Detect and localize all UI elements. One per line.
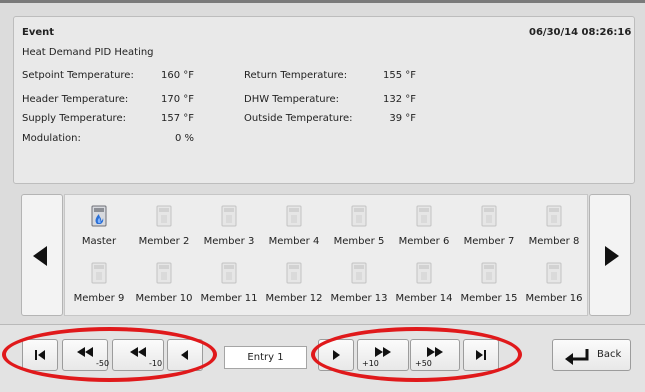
forward-10-button[interactable]: +10	[357, 339, 409, 371]
boiler-inactive-icon	[156, 262, 172, 284]
dhw-temp-label: DHW Temperature:	[244, 94, 339, 105]
skip-last-icon	[476, 350, 486, 360]
member-15[interactable]: Member 15	[458, 255, 520, 307]
boiler-inactive-icon	[221, 205, 237, 227]
member-2[interactable]: Member 2	[133, 198, 195, 250]
member-master[interactable]: Master	[68, 198, 130, 250]
back-label: Back	[597, 349, 622, 360]
setpoint-label: Setpoint Temperature:	[22, 70, 134, 81]
rewind-icon	[77, 347, 93, 357]
header-temp-label: Header Temperature:	[22, 94, 129, 105]
setpoint-value: 160 °F	[160, 70, 194, 81]
member-label: Member 8	[528, 236, 580, 247]
forward-50-button[interactable]: +50	[410, 339, 460, 371]
member-14[interactable]: Member 14	[393, 255, 455, 307]
fast-forward-icon	[375, 347, 391, 357]
boiler-inactive-icon	[416, 205, 432, 227]
boiler-inactive-icon	[286, 262, 302, 284]
boiler-active-icon	[91, 205, 107, 227]
return-temp-value: 155 °F	[382, 70, 416, 81]
outside-temp-label: Outside Temperature:	[244, 113, 353, 124]
arrow-left-icon	[33, 246, 47, 266]
member-label: Member 16	[525, 293, 583, 304]
return-arrow-icon	[565, 349, 589, 365]
event-title: Event	[22, 27, 55, 38]
boiler-inactive-icon	[416, 262, 432, 284]
member-3[interactable]: Member 3	[198, 198, 260, 250]
supply-temp-value: 157 °F	[160, 113, 194, 124]
event-timestamp: 06/30/14 08:26:16	[529, 27, 632, 38]
member-16[interactable]: Member 16	[523, 255, 585, 307]
boiler-inactive-icon	[91, 262, 107, 284]
boiler-inactive-icon	[481, 205, 497, 227]
member-6[interactable]: Member 6	[393, 198, 455, 250]
previous-icon	[181, 350, 188, 360]
member-11[interactable]: Member 11	[198, 255, 260, 307]
boiler-inactive-icon	[546, 205, 562, 227]
back-10-button[interactable]: -10	[112, 339, 164, 371]
header-temp-value: 170 °F	[160, 94, 194, 105]
last-entry-button[interactable]	[463, 339, 499, 371]
window: Event 06/30/14 08:26:16 Heat Demand PID …	[0, 0, 645, 392]
member-12[interactable]: Member 12	[263, 255, 325, 307]
member-7[interactable]: Member 7	[458, 198, 520, 250]
back-50-button[interactable]: -50	[62, 339, 110, 371]
member-9[interactable]: Member 9	[68, 255, 130, 307]
event-name: Heat Demand PID Heating	[22, 47, 154, 58]
supply-temp-label: Supply Temperature:	[22, 113, 126, 124]
modulation-label: Modulation:	[22, 133, 81, 144]
skip-first-icon	[35, 350, 45, 360]
dhw-temp-value: 132 °F	[382, 94, 416, 105]
previous-entry-button[interactable]	[167, 339, 203, 371]
back-50-label: -50	[96, 359, 110, 368]
outside-temp-value: 39 °F	[389, 113, 416, 124]
next-icon	[333, 350, 340, 360]
back-button[interactable]: Back	[552, 339, 631, 371]
boiler-inactive-icon	[286, 205, 302, 227]
boiler-inactive-icon	[156, 205, 172, 227]
boiler-inactive-icon	[351, 205, 367, 227]
members-next-button[interactable]	[589, 194, 631, 316]
forward-50-label: +50	[415, 359, 432, 368]
first-entry-button[interactable]	[22, 339, 58, 371]
boiler-inactive-icon	[546, 262, 562, 284]
member-10[interactable]: Member 10	[133, 255, 195, 307]
boiler-inactive-icon	[351, 262, 367, 284]
event-panel: Event 06/30/14 08:26:16 Heat Demand PID …	[13, 16, 635, 184]
member-4[interactable]: Member 4	[263, 198, 325, 250]
next-entry-button[interactable]	[318, 339, 354, 371]
members-prev-button[interactable]	[21, 194, 63, 316]
arrow-right-icon	[605, 246, 619, 266]
member-13[interactable]: Member 13	[328, 255, 390, 307]
rewind-icon	[130, 347, 146, 357]
back-10-label: -10	[149, 359, 163, 368]
modulation-value: 0 %	[174, 133, 194, 144]
forward-10-label: +10	[362, 359, 379, 368]
entry-field[interactable]: Entry 1	[224, 346, 307, 369]
members-panel: Master Member 2 Member 3 Member 4 Member…	[64, 194, 588, 316]
top-border	[0, 0, 645, 3]
member-5[interactable]: Member 5	[328, 198, 390, 250]
member-8[interactable]: Member 8	[523, 198, 585, 250]
boiler-inactive-icon	[221, 262, 237, 284]
boiler-inactive-icon	[481, 262, 497, 284]
return-temp-label: Return Temperature:	[244, 70, 348, 81]
fast-forward-icon	[427, 347, 443, 357]
